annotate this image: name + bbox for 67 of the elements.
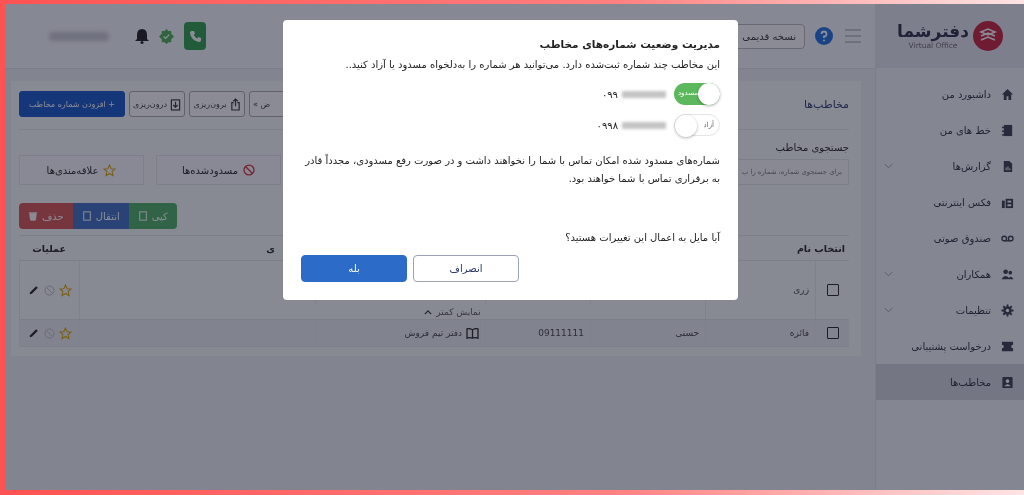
favorites-filter-button[interactable]: علاقه‌مندی‌ها [19, 155, 144, 185]
dialog-title: مدیریت وضعیت شماره‌های مخاطب [538, 38, 720, 50]
column-header: ی [266, 242, 275, 254]
blurred-number [622, 121, 666, 129]
sidebar-item[interactable]: همکاران [876, 256, 1024, 292]
sidebar-item[interactable]: صندوق صوتی [876, 220, 1024, 256]
phone-number: ۰۹۹ [601, 88, 618, 100]
download-icon [169, 97, 181, 111]
phone-icon [188, 29, 202, 43]
sidebar-item[interactable]: درخواست پشتیبانی [876, 328, 1024, 364]
pencil-icon[interactable] [27, 327, 40, 339]
block-icon[interactable] [43, 284, 55, 296]
star-icon[interactable] [58, 326, 72, 340]
sidebar-item[interactable]: گزارش‌ها [876, 148, 1024, 184]
dialog-intro: این مخاطب چند شماره ثبت‌شده دارد. می‌توانید هر شماره را به‌دلخواه مسدود یا آزاد کنید.. [344, 58, 720, 73]
blurred-number [622, 90, 666, 98]
settings-icon [1001, 303, 1014, 317]
home-icon [1001, 87, 1014, 101]
show-less-link[interactable]: نمایش کمتر [424, 305, 481, 319]
sidebar-item[interactable]: مخاطب‌ها [876, 364, 1024, 400]
trash-icon [28, 211, 38, 221]
sidebar-item[interactable]: فکس اینترنتی [876, 184, 1024, 220]
column-header: نام [796, 242, 811, 254]
sidebar-item[interactable]: تنظیمات [876, 292, 1024, 328]
delete-button[interactable]: حذف [19, 203, 73, 229]
notebook-icon [1001, 123, 1014, 137]
row-checkbox[interactable] [826, 284, 839, 296]
phone-button[interactable] [184, 22, 206, 50]
logo-name: دفترشما [897, 22, 969, 41]
pencil-icon[interactable] [27, 284, 40, 296]
upload-icon [229, 97, 241, 111]
column-header: انتخاب [814, 242, 845, 254]
sidebar-item[interactable]: داشبورد من [876, 76, 1024, 112]
group-cell: دفتر تیم فروش [404, 328, 462, 338]
move-button[interactable]: انتقال [72, 203, 129, 229]
search-label: جستجوی مخاطب [774, 142, 849, 153]
document-icon [137, 211, 148, 221]
dialog-question: آیا مایل به اعمال این تغییرات هستید؟ [564, 230, 720, 245]
bell-icon[interactable] [135, 28, 149, 44]
phone-number: ۰۹۹۸ [596, 119, 618, 131]
verified-badge-icon [159, 28, 174, 44]
ticket-icon [1001, 339, 1014, 353]
phone-cell: 09111111 [538, 328, 584, 338]
name-cell: زری [793, 285, 809, 295]
name-cell: فائزه [789, 328, 809, 338]
confirm-button[interactable]: بله [301, 255, 407, 282]
document-icon [81, 211, 92, 221]
sidebar-item[interactable]: خط های من [876, 112, 1024, 148]
star-icon[interactable] [58, 283, 72, 297]
column-header: عملیات [32, 242, 66, 254]
logo-icon [972, 21, 1003, 51]
book-icon [466, 327, 479, 339]
star-icon [103, 163, 117, 177]
row-checkbox[interactable] [826, 327, 839, 339]
page-title: مخاطب‌ها [803, 97, 849, 111]
contact-card-icon [1001, 375, 1014, 389]
chevron-up-icon [424, 309, 433, 315]
export-button[interactable]: برون‌ریزی [189, 91, 245, 117]
blocked-filter-button[interactable]: مسدودشده‌ها [156, 155, 281, 185]
cancel-button[interactable]: انصراف [413, 255, 519, 282]
block-icon [243, 164, 255, 176]
last-name-cell: حسنی [675, 328, 699, 338]
import-button[interactable]: درون‌ریزی [129, 91, 185, 117]
add-contact-button[interactable]: + افزودن شماره مخاطب [19, 91, 125, 117]
help-icon[interactable] [815, 27, 833, 45]
document-icon [1001, 159, 1014, 173]
people-icon [1001, 267, 1014, 281]
